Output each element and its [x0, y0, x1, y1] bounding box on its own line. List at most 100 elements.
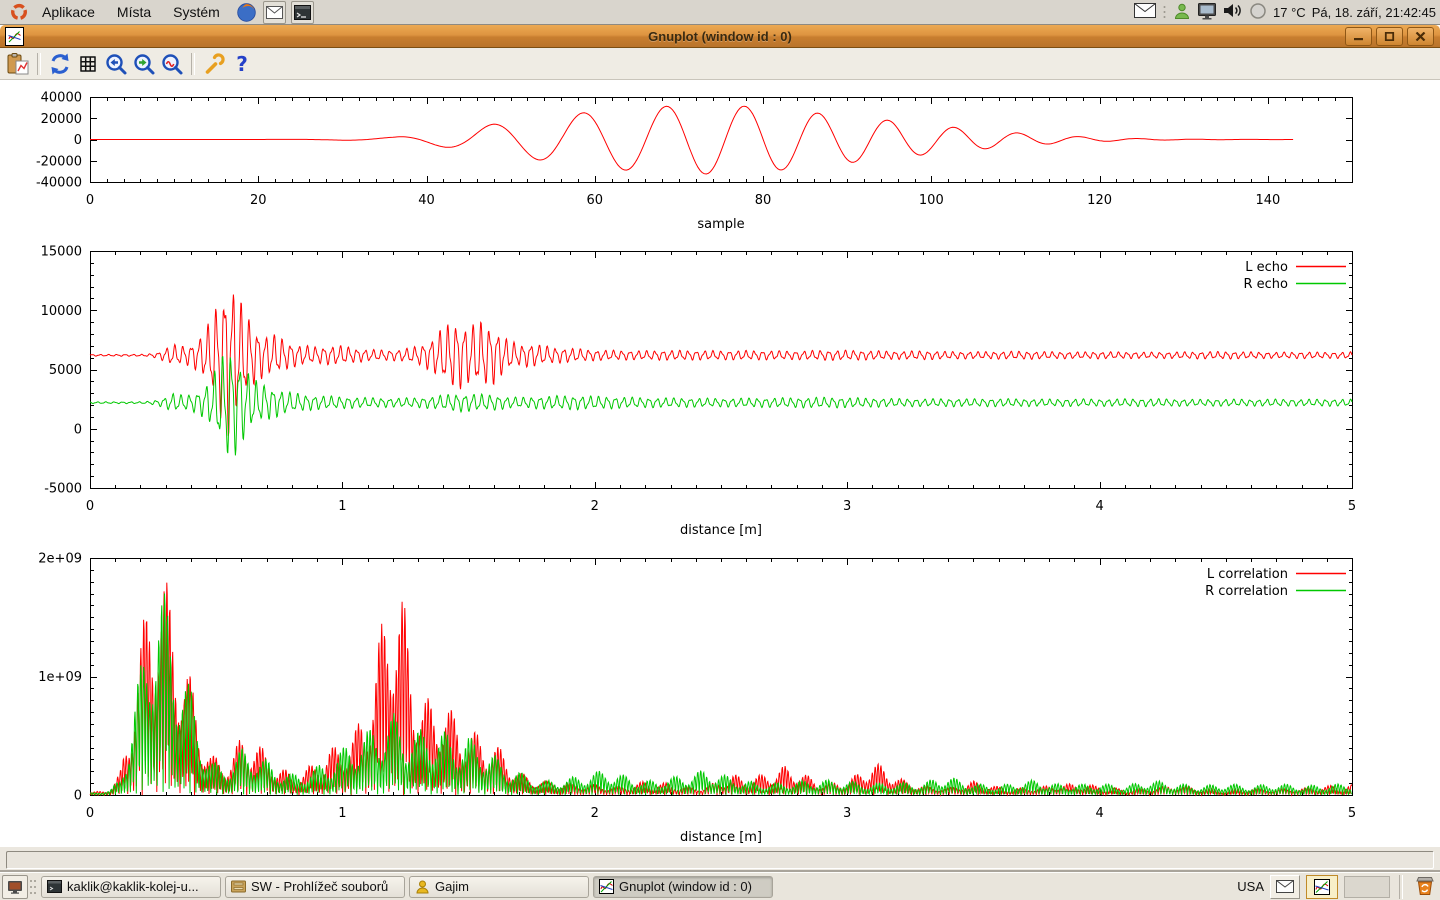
- x-tick-label: 3: [843, 806, 851, 821]
- trash-icon[interactable]: [1412, 873, 1438, 900]
- file-manager-icon: [231, 880, 246, 893]
- grid-icon[interactable]: [74, 50, 102, 78]
- y-tick-label: 2e+09: [38, 552, 82, 567]
- toolbar-separator: [191, 53, 195, 75]
- y-tick-label: 5000: [49, 363, 82, 378]
- x-axis-label: distance [m]: [680, 830, 762, 845]
- plots-svg[interactable]: 02040608010012014040000200000-20000-4000…: [0, 80, 1440, 847]
- y-tick-label: 0: [74, 422, 82, 437]
- x-tick-label: 4: [1095, 806, 1103, 821]
- legend-label: R echo: [1243, 277, 1288, 292]
- user-switcher-icon[interactable]: [1173, 2, 1191, 23]
- zoom-next-icon[interactable]: [130, 50, 158, 78]
- zoom-previous-icon[interactable]: [102, 50, 130, 78]
- x-tick-label: 5: [1348, 499, 1356, 514]
- firefox-icon[interactable]: [235, 1, 258, 24]
- top-panel: Aplikace Místa Systém: [0, 0, 1440, 25]
- x-tick-label: 4: [1095, 499, 1103, 514]
- legend-label: L correlation: [1207, 567, 1288, 582]
- menu-system[interactable]: Systém: [163, 1, 230, 23]
- x-tick-label: 120: [1087, 193, 1112, 208]
- y-tick-label: 20000: [41, 112, 82, 127]
- taskbar-item-label: kaklik@kaklik-kolej-u...: [67, 879, 199, 894]
- clock[interactable]: Pá, 18. září, 21:42:45: [1312, 5, 1436, 20]
- menu-places[interactable]: Místa: [107, 1, 161, 23]
- x-tick-label: 0: [86, 806, 94, 821]
- taskbar-item-file-manager[interactable]: SW - Prohlížeč souborů: [225, 876, 405, 898]
- x-tick-label: 1: [338, 499, 346, 514]
- legend-label: L echo: [1245, 260, 1288, 275]
- minimize-button[interactable]: [1345, 27, 1372, 46]
- taskbar-item-terminal[interactable]: kaklik@kaklik-kolej-u...: [41, 876, 221, 898]
- svg-text:?: ?: [236, 52, 248, 76]
- window-toolbar: ?: [0, 48, 1440, 80]
- menu-applications[interactable]: Aplikace: [32, 1, 105, 23]
- close-button[interactable]: [1407, 27, 1434, 46]
- tray-separator: [1162, 3, 1167, 21]
- series-r-correlation: [90, 594, 1352, 795]
- window-statusbar: [0, 847, 1440, 872]
- series-chirp: [90, 106, 1293, 174]
- x-tick-label: 3: [843, 499, 851, 514]
- x-tick-label: 60: [587, 193, 604, 208]
- taskbar-item-gajim[interactable]: Gajim: [409, 876, 589, 898]
- show-desktop-icon[interactable]: [2, 875, 28, 899]
- y-tick-label: -20000: [36, 154, 82, 169]
- taskbar-item-label: Gnuplot (window id : 0): [619, 879, 752, 894]
- refresh-icon[interactable]: [46, 50, 74, 78]
- window-title: Gnuplot (window id : 0): [0, 29, 1440, 44]
- workspace-cell-empty[interactable]: [1344, 876, 1390, 898]
- zoom-reset-icon[interactable]: [158, 50, 186, 78]
- keyboard-layout-indicator[interactable]: USA: [1237, 879, 1264, 894]
- panel-handle[interactable]: [28, 877, 37, 897]
- taskbar-item-gnuplot[interactable]: Gnuplot (window id : 0): [593, 876, 773, 898]
- toolbar-separator: [37, 53, 41, 75]
- series-l-echo: [90, 295, 1352, 436]
- plot-canvas[interactable]: 02040608010012014040000200000-20000-4000…: [0, 80, 1440, 847]
- x-axis-label: distance [m]: [680, 523, 762, 538]
- terminal-icon[interactable]: [291, 1, 314, 24]
- temperature-label[interactable]: 17 °C: [1273, 5, 1306, 20]
- x-tick-label: 5: [1348, 806, 1356, 821]
- gnuplot-icon: [599, 879, 614, 894]
- help-icon[interactable]: ?: [228, 50, 256, 78]
- x-tick-label: 40: [418, 193, 435, 208]
- x-tick-label: 20: [250, 193, 267, 208]
- x-tick-label: 100: [919, 193, 944, 208]
- settings-wrench-icon[interactable]: [200, 50, 228, 78]
- x-tick-label: 0: [86, 193, 94, 208]
- series-r-echo: [90, 356, 1352, 455]
- chart-1: 0 1 2 3 4 5 15000 10000 5000 0 -5000 distance [m] L …: [41, 245, 1357, 539]
- mail-icon[interactable]: [263, 1, 286, 24]
- statusbar-inset: [6, 851, 1434, 869]
- ubuntu-logo-icon[interactable]: [7, 1, 30, 24]
- y-tick-label: 40000: [41, 91, 82, 106]
- mail-envelope-icon[interactable]: [1270, 875, 1300, 899]
- taskbar-item-label: SW - Prohlížeč souborů: [251, 879, 388, 894]
- y-tick-label: 0: [74, 133, 82, 148]
- workspace-cell-gnuplot[interactable]: [1306, 875, 1338, 899]
- taskbar-item-label: Gajim: [435, 879, 469, 894]
- x-tick-label: 0: [86, 499, 94, 514]
- y-tick-label: -40000: [36, 176, 82, 191]
- y-tick-label: -5000: [44, 482, 82, 497]
- maximize-button[interactable]: [1376, 27, 1403, 46]
- copy-plot-icon[interactable]: [4, 50, 32, 78]
- legend-label: R correlation: [1205, 584, 1288, 599]
- y-tick-label: 10000: [41, 304, 82, 319]
- volume-icon[interactable]: [1223, 2, 1243, 22]
- desktop: Aplikace Místa Systém: [0, 0, 1440, 900]
- panel-separator: [1399, 875, 1403, 899]
- y-tick-label: 1e+09: [38, 670, 82, 685]
- terminal-icon: [47, 880, 62, 893]
- bottom-panel: kaklik@kaklik-kolej-u... SW - Prohlížeč …: [0, 872, 1440, 900]
- x-tick-label: 2: [591, 499, 599, 514]
- display-icon[interactable]: [1197, 2, 1217, 23]
- gnuplot-window-icon: [1314, 879, 1330, 895]
- y-tick-label: 15000: [41, 245, 82, 260]
- window-titlebar[interactable]: Gnuplot (window id : 0): [0, 25, 1440, 48]
- x-tick-label: 1: [338, 806, 346, 821]
- tray-mail-envelope-icon[interactable]: [1134, 3, 1156, 21]
- weather-icon[interactable]: [1249, 2, 1267, 23]
- x-tick-label: 2: [591, 806, 599, 821]
